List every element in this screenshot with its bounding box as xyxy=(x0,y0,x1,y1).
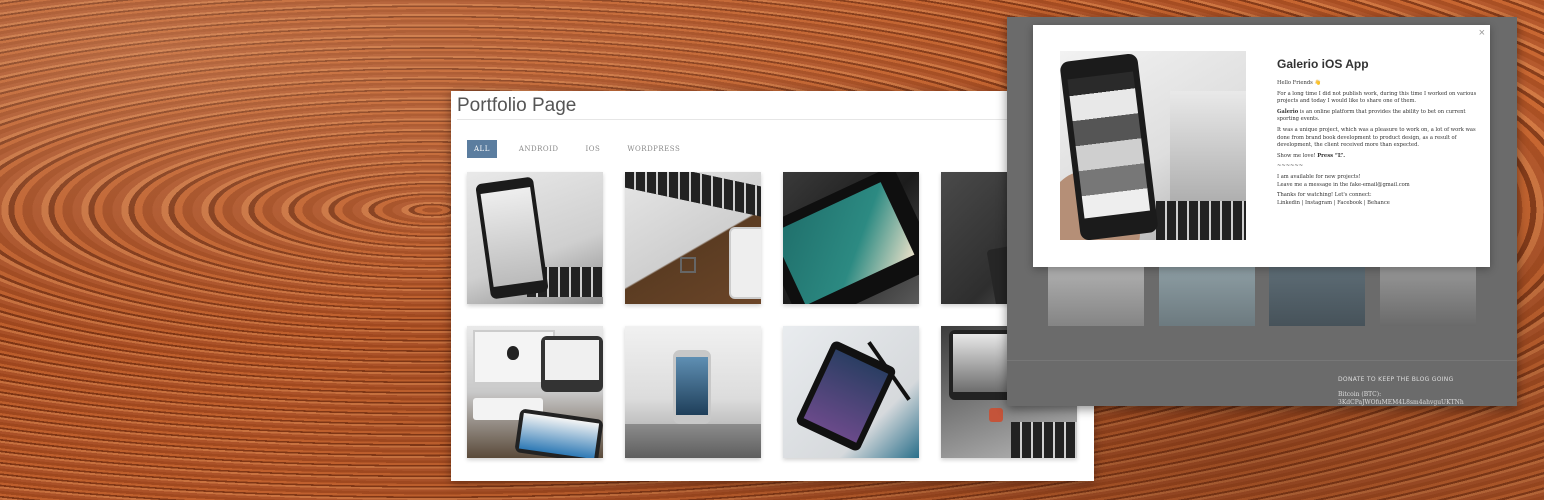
love-paragraph: Show me love! Press “L”. xyxy=(1277,153,1477,161)
social-links[interactable]: Linkedin | Instagram | Facebook | Behanc… xyxy=(1277,200,1477,208)
phone-image xyxy=(673,350,711,424)
intro-text: For a long time I did not publish work, … xyxy=(1277,90,1477,105)
project-text: It was a unique project, which was a ple… xyxy=(1277,126,1476,149)
close-icon[interactable]: × xyxy=(1479,27,1485,39)
bitcoin-address: 3KdCPaJWOfuMEM4L8sm4ahvguUKTNh xyxy=(1338,399,1464,406)
bitcoin-label: Bitcoin (BTC): xyxy=(1338,391,1382,398)
galerio-name: Galerio xyxy=(1277,108,1299,115)
dimmed-thumbnail xyxy=(1269,265,1365,326)
dimmed-thumbnail xyxy=(1159,265,1255,326)
text-divider: ~~~~~~ xyxy=(1277,163,1304,170)
dimmed-thumbnail xyxy=(1380,265,1476,326)
galerio-desc: is an online platform that provides the … xyxy=(1277,108,1466,123)
project-image xyxy=(1060,51,1246,240)
portfolio-item-phone-hand[interactable] xyxy=(467,172,603,304)
portfolio-item-instagram-phone[interactable] xyxy=(783,326,919,458)
filter-all[interactable]: ALL xyxy=(467,140,497,158)
phone-image xyxy=(783,172,919,304)
message-text: Leave me a message in the fake-email@gma… xyxy=(1277,181,1410,188)
portfolio-item-imac[interactable] xyxy=(467,326,603,458)
project-description: Galerio iOS App Hello Friends 👋 For a lo… xyxy=(1277,57,1477,210)
galerio-paragraph: Galerio is an online platform that provi… xyxy=(1277,109,1477,124)
greeting-text: Hello Friends 👋 xyxy=(1277,80,1321,86)
dimmed-thumbnail xyxy=(1048,265,1144,326)
donate-heading: DONATE TO KEEP THE BLOG GOING xyxy=(1338,376,1454,383)
portfolio-window: Portfolio Page ALL ANDROID IOS WORDPRESS xyxy=(451,91,1094,481)
portfolio-item-laptop-phone[interactable] xyxy=(625,172,761,304)
filter-ios[interactable]: IOS xyxy=(586,145,601,153)
portfolio-filters: ALL ANDROID IOS WORDPRESS xyxy=(467,140,707,158)
portfolio-item-phone-teal[interactable] xyxy=(783,172,919,304)
thanks-text: Thanks for watching! Let's connect: xyxy=(1277,192,1372,199)
love-prefix: Show me love! xyxy=(1277,152,1318,159)
phone-image xyxy=(475,176,549,300)
project-modal: × Galerio iOS App Hello Friends 👋 For a … xyxy=(1033,25,1490,267)
modal-title: Galerio iOS App xyxy=(1277,57,1369,71)
phone-image xyxy=(729,227,761,299)
page-title: Portfolio Page xyxy=(457,95,577,116)
filter-android[interactable]: ANDROID xyxy=(519,145,559,153)
contact-paragraph: I am available for new projects! xyxy=(1277,174,1477,182)
available-text: I am available for new projects! xyxy=(1277,173,1361,180)
footer-divider xyxy=(1007,360,1517,361)
title-divider xyxy=(457,119,1094,120)
filter-wordpress[interactable]: WORDPRESS xyxy=(627,145,680,153)
portfolio-item-android-table[interactable] xyxy=(625,326,761,458)
love-strong: Press “L”. xyxy=(1317,152,1346,159)
